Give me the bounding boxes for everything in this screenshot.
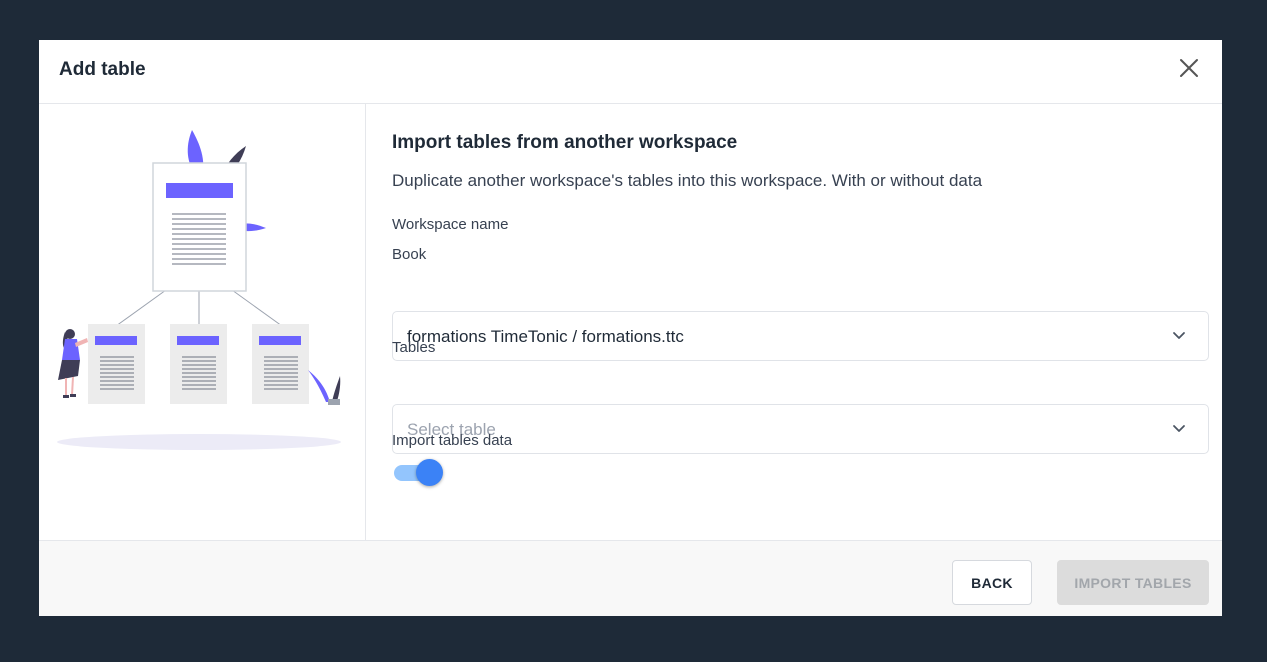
- toggle-thumb: [416, 459, 443, 486]
- book-select[interactable]: formations TimeTonic / formations.ttc: [392, 311, 1209, 361]
- chevron-down-icon: [1173, 332, 1185, 339]
- illustration-pane: [39, 104, 366, 540]
- back-button[interactable]: BACK: [952, 560, 1032, 605]
- book-select-value: formations TimeTonic / formations.ttc: [407, 327, 684, 346]
- chevron-down-icon: [1173, 425, 1185, 432]
- import-tables-illustration: [57, 130, 341, 450]
- close-icon[interactable]: [1178, 57, 1200, 79]
- import-data-toggle[interactable]: [394, 459, 444, 487]
- section-description: Duplicate another workspace's tables int…: [392, 171, 983, 190]
- book-label: Book: [392, 246, 427, 263]
- import-data-label: Import tables data: [392, 432, 513, 449]
- tables-label: Tables: [392, 339, 436, 356]
- modal-footer: BACK IMPORT TABLES: [39, 540, 1222, 616]
- modal-header: Add table: [39, 40, 1222, 104]
- add-table-modal: Add table Import tables from another wor…: [39, 40, 1222, 616]
- section-title: Import tables from another workspace: [392, 132, 738, 153]
- tables-select[interactable]: Select table: [392, 404, 1209, 454]
- modal-body: Import tables from another workspace Dup…: [39, 104, 1222, 540]
- workspace-name-label: Workspace name: [392, 216, 509, 233]
- import-tables-button[interactable]: IMPORT TABLES: [1057, 560, 1209, 605]
- import-form: Import tables from another workspace Dup…: [392, 104, 1209, 540]
- modal-title: Add table: [59, 59, 146, 80]
